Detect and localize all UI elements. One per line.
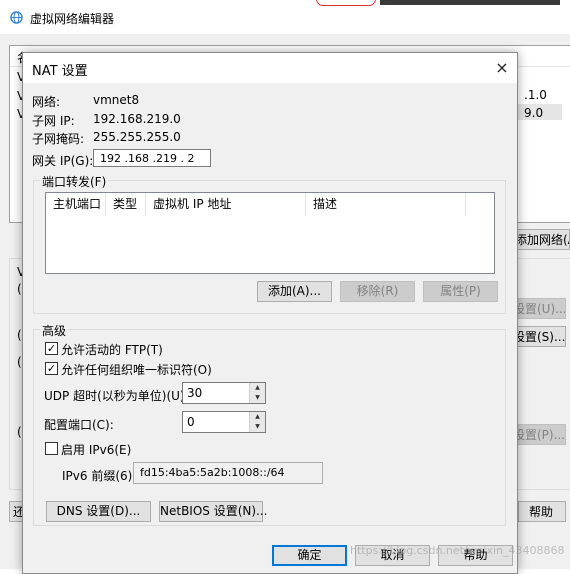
ipv6-prefix-label: IPv6 前缀(6): (62, 469, 137, 483)
spin-down-icon[interactable]: ▼ (249, 393, 265, 403)
subnet-ip-label: 子网 IP: (32, 114, 75, 128)
ok-button[interactable]: 确定 (272, 545, 347, 566)
check-mark-icon: ✓ (46, 342, 57, 355)
gateway-ip-input[interactable]: 192 .168 .219 . 2 (93, 149, 211, 167)
network-label: 网络: (32, 95, 61, 109)
network-globe-icon (10, 11, 23, 24)
subnet-ip-value: 192.168.219.0 (93, 112, 181, 126)
remove-button[interactable]: 移除(R) (340, 281, 415, 302)
udp-timeout-spinner[interactable]: 30 ▲ ▼ (182, 382, 266, 404)
watermark: https://blog.csdn.net/weixin_43408868 (350, 544, 565, 557)
port-forwarding-title: 端口转发(F) (40, 173, 109, 190)
bg-fragment: ( (17, 328, 22, 342)
advanced-title: 高级 (40, 322, 69, 339)
bg-fragment: ( (17, 282, 22, 296)
allow-oui-label[interactable]: 允许任何组织唯一标识符(O) (61, 361, 212, 378)
column-type[interactable]: 类型 (106, 193, 146, 216)
gateway-label: 网关 IP(G): (32, 154, 94, 168)
spin-down-icon[interactable]: ▼ (249, 422, 265, 432)
properties-button[interactable]: 属性(P) (423, 281, 498, 302)
column-host-port[interactable]: 主机端口 (46, 193, 106, 216)
ipv6-prefix-field[interactable]: fd15:4ba5:5a2b:1008::/64 (133, 462, 323, 484)
udp-timeout-value[interactable]: 30 (187, 386, 202, 400)
column-description[interactable]: 描述 (306, 193, 466, 216)
nat-settings-dialog: NAT 设置 × 网络: vmnet8 子网 IP: 192.168.219.0… (22, 52, 518, 574)
config-port-spinner[interactable]: 0 ▲ ▼ (182, 411, 266, 433)
bg-table-value: .1.0 (524, 88, 547, 102)
bg-fragment: ( (17, 355, 22, 369)
enable-ipv6-checkbox[interactable] (45, 442, 58, 455)
subnet-mask-label: 子网掩码: (32, 132, 85, 146)
dialog-title: NAT 设置 (32, 64, 88, 79)
config-port-value[interactable]: 0 (187, 415, 195, 429)
network-value: vmnet8 (93, 93, 140, 107)
dialog-titlebar: NAT 设置 × (23, 53, 517, 83)
bg-top-strip (310, 0, 380, 6)
netbios-settings-button[interactable]: NetBIOS 设置(N)... (159, 501, 268, 522)
config-port-label: 配置端口(C): (44, 418, 114, 432)
subnet-mask-value: 255.255.255.0 (93, 130, 181, 144)
bg-titlebar: 虚拟网络编辑器 (0, 0, 570, 34)
port-forwarding-group: 端口转发(F) 主机端口 类型 虚拟机 IP 地址 描述 添加(A)... 移除… (33, 173, 506, 314)
allow-oui-checkbox[interactable]: ✓ (45, 362, 58, 375)
dns-settings-button[interactable]: DNS 设置(D)... (46, 501, 151, 522)
port-forwarding-list[interactable]: 主机端口 类型 虚拟机 IP 地址 描述 (45, 192, 495, 274)
bg-window-title: 虚拟网络编辑器 (30, 12, 115, 26)
column-vm-ip[interactable]: 虚拟机 IP 地址 (146, 193, 306, 216)
close-icon[interactable]: × (487, 53, 517, 83)
bg-dark-strip (380, 0, 560, 5)
add-button[interactable]: 添加(A)... (257, 281, 332, 302)
allow-ftp-label[interactable]: 允许活动的 FTP(T) (61, 341, 163, 358)
enable-ipv6-label[interactable]: 启用 IPv6(E) (61, 441, 131, 458)
bg-help-button[interactable]: 帮助 (518, 501, 566, 522)
bg-table-value: 9.0 (524, 106, 544, 120)
bg-fragment: ( (17, 425, 22, 439)
udp-timeout-label: UDP 超时(以秒为单位)(U): (44, 389, 189, 403)
check-mark-icon: ✓ (46, 362, 57, 375)
allow-ftp-checkbox[interactable]: ✓ (45, 342, 58, 355)
